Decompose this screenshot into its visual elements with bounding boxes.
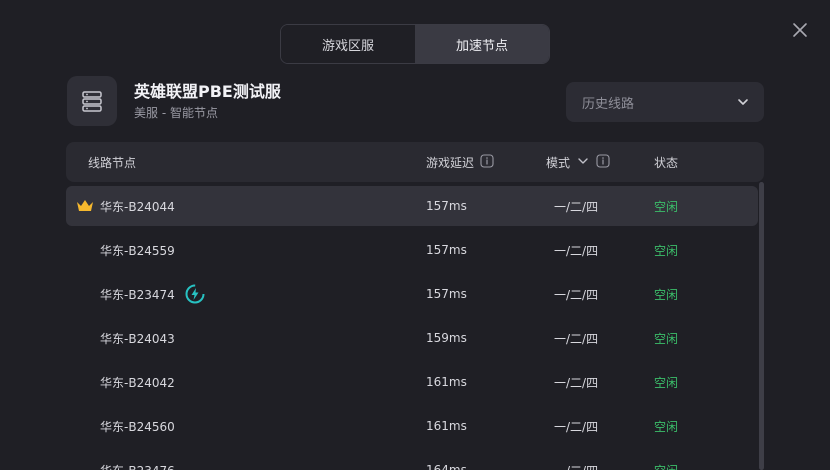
node-row[interactable]: 华东-B24560 161ms 一/二/四 空闲 [66,406,758,446]
node-latency: 164ms [426,463,467,470]
header-mode-label: 模式 [546,155,571,170]
header-node: 线路节点 [88,142,136,182]
node-list: 华东-B24044 157ms 一/二/四 空闲 华东-B24559 157ms… [66,186,758,470]
node-selection-dialog: 游戏区服 加速节点 英雄联盟PBE测试服 美服 - 智能节点 历史线路 线路节点… [0,0,830,470]
node-row[interactable]: 华东-B24559 157ms 一/二/四 空闲 [66,230,758,270]
close-button[interactable] [790,20,810,40]
node-row[interactable]: 华东-B23476 164ms 一/二/四 空闲 [66,450,758,470]
node-mode: 一/二/四 [554,199,599,214]
tab-accelerate-node[interactable]: 加速节点 [415,25,549,63]
node-latency: 159ms [426,331,467,345]
game-subtitle: 美服 - 智能节点 [134,106,218,120]
header-node-label: 线路节点 [88,155,137,170]
node-status: 空闲 [654,243,679,258]
node-name-wrap: 华东-B23474 [100,274,205,314]
node-name: 华东-B23476 [100,450,175,470]
node-name: 华东-B24044 [100,199,175,214]
latency-info-icon[interactable] [480,153,494,171]
node-mode: 一/二/四 [554,331,599,346]
node-mode: 一/二/四 [554,375,599,390]
tab-bar: 游戏区服 加速节点 [280,24,550,64]
node-mode: 一/二/四 [554,243,599,258]
node-latency: 157ms [426,199,467,213]
node-row[interactable]: 华东-B24042 161ms 一/二/四 空闲 [66,362,758,402]
node-mode: 一/二/四 [554,419,599,434]
header-status: 状态 [654,142,678,182]
node-status: 空闲 [654,419,679,434]
node-status: 空闲 [654,331,679,346]
node-row[interactable]: 华东-B24044 157ms 一/二/四 空闲 [66,186,758,226]
mode-info-icon[interactable] [596,153,610,171]
node-status: 空闲 [654,287,679,302]
close-icon [793,23,807,37]
crown-icon [76,186,94,226]
boost-icon [185,284,205,304]
node-name: 华东-B24560 [100,419,175,434]
game-title: 英雄联盟PBE测试服 [134,82,281,101]
header-status-label: 状态 [654,155,679,170]
node-latency: 157ms [426,287,467,301]
mode-chevron-down-icon[interactable] [576,154,590,171]
node-name: 华东-B24559 [100,243,175,258]
table-header: 线路节点 游戏延迟 模式 状态 [66,142,764,182]
node-name: 华东-B24043 [100,331,175,346]
chevron-down-icon [738,99,748,105]
tab-game-region[interactable]: 游戏区服 [281,25,415,63]
node-latency: 157ms [426,243,467,257]
history-route-placeholder: 历史线路 [582,96,635,112]
node-row[interactable]: 华东-B23474 157ms 一/二/四 空闲 [66,274,758,314]
node-mode: 一/二/四 [554,287,599,302]
node-latency: 161ms [426,419,467,433]
history-route-select[interactable]: 历史线路 [566,82,764,122]
node-status: 空闲 [654,375,679,390]
node-name: 华东-B23474 [100,287,175,302]
node-status: 空闲 [654,450,678,470]
scrollbar-thumb[interactable] [759,182,764,470]
node-name: 华东-B24042 [100,375,175,390]
node-mode: 一/二/四 [554,450,598,470]
header-latency: 游戏延迟 [426,142,494,182]
scrollbar[interactable] [759,182,764,470]
server-icon [67,76,117,126]
header-latency-label: 游戏延迟 [426,155,475,170]
node-status: 空闲 [654,199,679,214]
node-latency: 161ms [426,375,467,389]
node-row[interactable]: 华东-B24043 159ms 一/二/四 空闲 [66,318,758,358]
header-mode[interactable]: 模式 [546,142,610,182]
